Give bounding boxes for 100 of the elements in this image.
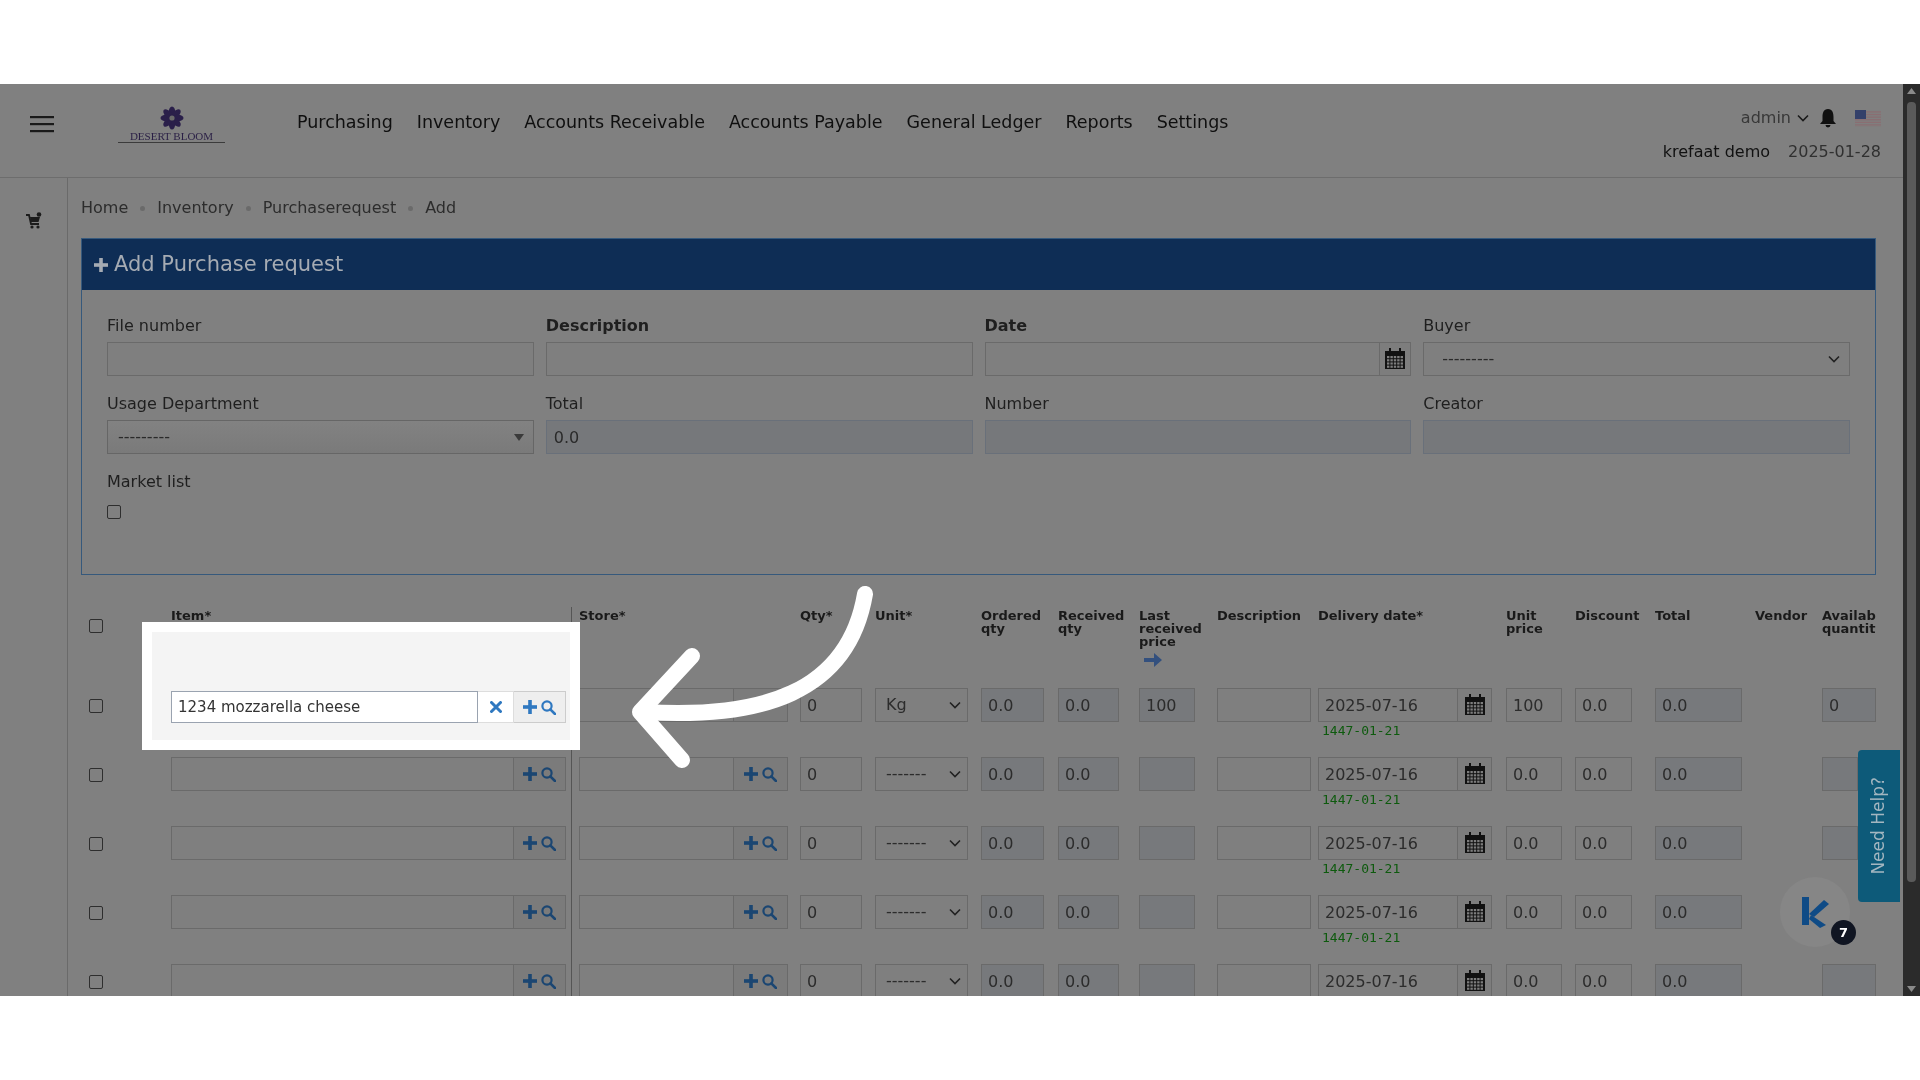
total-field[interactable]: 0.0 [1655, 688, 1742, 722]
checkbox[interactable] [89, 837, 103, 851]
unit-price-field[interactable]: 0.0 [1506, 895, 1562, 929]
checkbox[interactable] [89, 906, 103, 920]
scrollbar-thumb[interactable] [1907, 102, 1916, 882]
received-qty-field[interactable]: 0.0 [1058, 757, 1119, 791]
date-field[interactable]: 2025-07-16 [1318, 688, 1458, 722]
ordered-qty-field[interactable]: 0.0 [981, 895, 1044, 929]
menu-item[interactable]: Accounts Receivable [524, 109, 705, 136]
breadcrumb-link[interactable]: Purchaserequest [262, 196, 397, 220]
ordered-qty-field[interactable]: 0.0 [981, 826, 1044, 860]
help-tab[interactable]: Need Help? [1858, 750, 1900, 902]
add-button[interactable] [744, 767, 758, 781]
qty-field[interactable]: 0 [800, 757, 862, 791]
add-button[interactable] [523, 700, 537, 714]
last-price-field[interactable] [1139, 964, 1195, 996]
menu-item[interactable]: Accounts Payable [728, 109, 883, 136]
add-button[interactable] [523, 767, 537, 781]
menu-item[interactable]: Reports [1065, 109, 1133, 136]
date-field[interactable]: 2025-07-16 [1318, 895, 1458, 929]
unit-select[interactable]: ------- [875, 757, 968, 791]
calendar-button[interactable] [1458, 826, 1492, 860]
ordered-qty-field[interactable]: 0.0 [981, 757, 1044, 791]
item-field[interactable] [171, 964, 514, 996]
unit-price-field[interactable]: 100 [1506, 688, 1562, 722]
add-button[interactable] [523, 974, 537, 988]
unit-select[interactable]: Kg [875, 688, 968, 722]
calendar-button[interactable] [1379, 342, 1412, 376]
search-button[interactable] [541, 973, 556, 989]
unit-select[interactable]: ------- [875, 826, 968, 860]
menu-item[interactable]: Inventory [416, 109, 501, 136]
search-button[interactable] [762, 904, 777, 920]
add-button[interactable] [744, 905, 758, 919]
breadcrumb-link[interactable]: Home [81, 196, 129, 220]
select-field[interactable]: --------- [1423, 342, 1850, 376]
menu-button[interactable] [30, 115, 54, 133]
search-button[interactable] [762, 973, 777, 989]
description-field[interactable] [1217, 964, 1311, 996]
total-field[interactable]: 0.0 [1655, 757, 1742, 791]
qty-field[interactable]: 0 [800, 688, 862, 722]
checkbox[interactable] [107, 505, 121, 519]
add-button[interactable] [744, 836, 758, 850]
add-button[interactable] [523, 836, 537, 850]
total-field[interactable]: 0.0 [1655, 826, 1742, 860]
search-button[interactable] [541, 904, 556, 920]
checkbox[interactable] [89, 768, 103, 782]
date-field[interactable]: 2025-07-16 [1318, 757, 1458, 791]
store-field[interactable] [579, 964, 734, 996]
discount-field[interactable]: 0.0 [1575, 757, 1632, 791]
checkbox[interactable] [89, 699, 103, 713]
total-field[interactable]: 0.0 [1655, 895, 1742, 929]
search-button[interactable] [762, 766, 777, 782]
received-qty-field[interactable]: 0.0 [1058, 895, 1119, 929]
received-qty-field[interactable]: 0.0 [1058, 826, 1119, 860]
unit-price-field[interactable]: 0.0 [1506, 757, 1562, 791]
unit-select[interactable]: ------- [875, 895, 968, 929]
available-qty-field[interactable]: 0 [1822, 688, 1876, 722]
calendar-button[interactable] [1458, 964, 1492, 996]
received-qty-field[interactable]: 0.0 [1058, 964, 1119, 996]
search-button[interactable] [762, 835, 777, 851]
item-field[interactable]: 1234 mozzarella cheese [171, 691, 478, 723]
scrollbar[interactable] [1903, 84, 1920, 996]
date-field[interactable]: 2025-07-16 [1318, 964, 1458, 996]
unit-price-field[interactable]: 0.0 [1506, 826, 1562, 860]
checkbox[interactable] [89, 619, 103, 633]
total-field[interactable]: 0.0 [1655, 964, 1742, 996]
select-field[interactable]: --------- [107, 420, 534, 454]
ordered-qty-field[interactable]: 0.0 [981, 688, 1044, 722]
calendar-button[interactable] [1458, 688, 1492, 722]
unit-select[interactable]: ------- [875, 964, 968, 996]
readonly-field[interactable]: 0.0 [545, 420, 973, 454]
search-button[interactable] [541, 766, 556, 782]
user-menu[interactable]: admin [1740, 106, 1809, 130]
qty-field[interactable]: 0 [800, 826, 862, 860]
menu-item[interactable]: Settings [1156, 109, 1229, 136]
search-button[interactable] [541, 699, 556, 715]
qty-field[interactable]: 0 [800, 964, 862, 996]
add-button[interactable] [744, 974, 758, 988]
discount-field[interactable]: 0.0 [1575, 964, 1632, 996]
menu-item[interactable]: Purchasing [297, 109, 393, 136]
discount-field[interactable]: 0.0 [1575, 895, 1632, 929]
available-qty-field[interactable] [1822, 757, 1858, 791]
add-button[interactable] [523, 905, 537, 919]
ordered-qty-field[interactable]: 0.0 [981, 964, 1044, 996]
available-qty-field[interactable] [1822, 964, 1876, 996]
available-qty-field[interactable] [1822, 826, 1858, 860]
menu-item[interactable]: General Ledger [906, 109, 1042, 136]
last-price-field[interactable]: 100 [1139, 688, 1195, 722]
store-field[interactable] [579, 757, 734, 791]
date-field[interactable]: 2025-07-16 [1318, 826, 1458, 860]
qty-field[interactable]: 0 [800, 895, 862, 929]
calendar-button[interactable] [1458, 895, 1492, 929]
breadcrumb-link[interactable]: Inventory [157, 196, 234, 220]
clear-button[interactable] [478, 691, 514, 723]
unit-price-field[interactable]: 0.0 [1506, 964, 1562, 996]
checkbox[interactable] [89, 975, 103, 989]
search-button[interactable] [541, 835, 556, 851]
discount-field[interactable]: 0.0 [1575, 826, 1632, 860]
received-qty-field[interactable]: 0.0 [1058, 688, 1119, 722]
calendar-button[interactable] [1458, 757, 1492, 791]
